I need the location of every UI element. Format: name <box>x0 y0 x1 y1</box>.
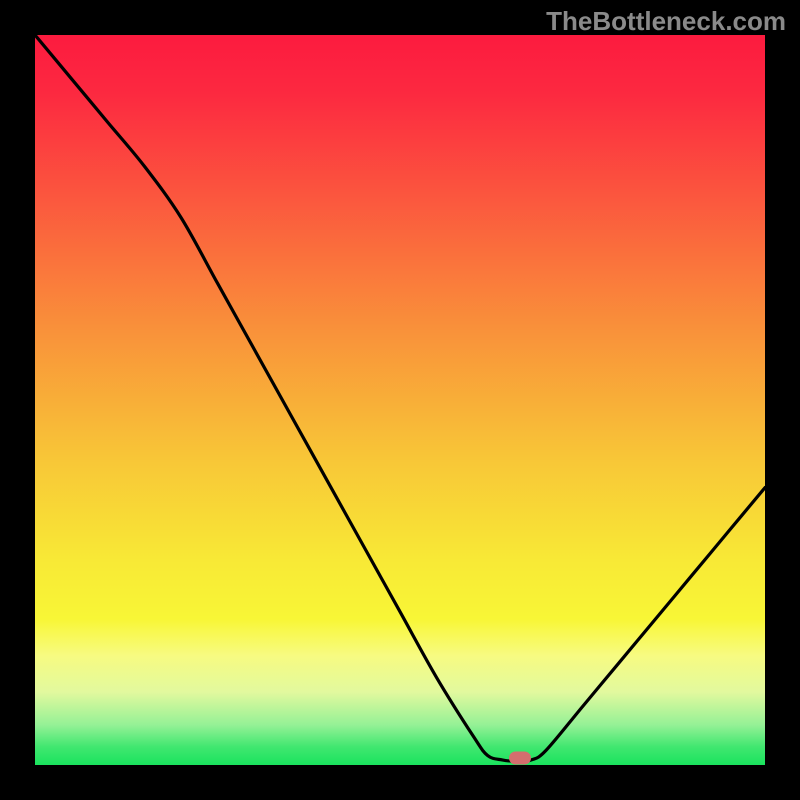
watermark-text: TheBottleneck.com <box>546 6 786 37</box>
optimum-marker <box>509 752 531 765</box>
plot-area <box>35 35 765 765</box>
background-gradient <box>35 35 765 765</box>
outer-frame: TheBottleneck.com <box>0 0 800 800</box>
